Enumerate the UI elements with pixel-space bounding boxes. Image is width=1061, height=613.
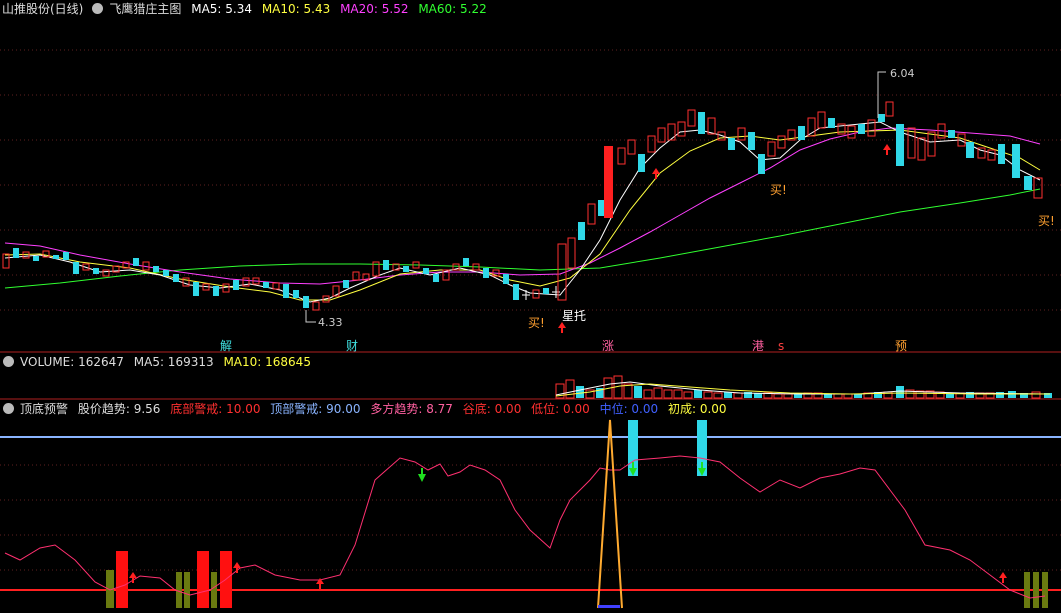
stock-title[interactable]: 山推股份(日线) [2, 2, 83, 16]
gear-icon[interactable] [3, 356, 14, 367]
oscillator-header: 顶底预警 股价趋势: 9.56 底部警戒: 10.00 顶部警戒: 90.00 … [0, 400, 733, 418]
buy-signal-label: 买! [528, 316, 545, 330]
bull-trend-value: 多方趋势: 8.77 [370, 402, 453, 416]
top-warn-value: 顶部警戒: 90.00 [270, 402, 361, 416]
ma10-line [4, 129, 1041, 301]
sell-arrow-icon [418, 462, 706, 482]
volume-ma10-line [555, 383, 1050, 397]
ma10-value: MA10: 5.43 [261, 2, 331, 16]
ma20-value: MA20: 5.52 [340, 2, 409, 16]
oscillator-title[interactable]: 顶底预警 [20, 402, 68, 416]
buy-signal-label: 买! [770, 183, 787, 197]
volume-ma5-line [555, 381, 1051, 396]
main-chart-header: 山推股份(日线) 飞鹰猎庄主图 MA5: 5.34 MA10: 5.43 MA20… [0, 0, 493, 18]
ma60-line [4, 188, 1041, 289]
event-marker: 财 [346, 339, 358, 353]
mid-value: 中位: 0.00 [599, 402, 659, 416]
low-price-label: 4.33 [318, 316, 343, 329]
gear-icon[interactable] [92, 3, 104, 14]
buy-arrow-icon [129, 562, 1007, 589]
volume-value: VOLUME: 162647 [20, 355, 124, 369]
event-marker: 涨 [602, 338, 614, 353]
valley-value: 谷底: 0.00 [462, 402, 522, 416]
bottom-warn-value: 底部警戒: 10.00 [170, 402, 261, 416]
main-grid [0, 49, 1061, 571]
volume-ma10: MA10: 168645 [223, 355, 311, 369]
indicator-title[interactable]: 飞鹰猎庄主图 [109, 2, 181, 16]
high-price-marker [877, 71, 886, 118]
low-value: 低位: 0.00 [531, 402, 590, 416]
event-marker: 港 [752, 339, 764, 353]
signal-bars [106, 420, 1048, 608]
candlesticks [2, 101, 1043, 311]
gear-icon[interactable] [3, 403, 14, 414]
volume-header: VOLUME: 162647 MA5: 169313 MA10: 168645 [0, 353, 317, 371]
event-marker: 解 [220, 339, 232, 353]
ma5-value: MA5: 5.34 [191, 2, 252, 16]
trend-value: 股价趋势: 9.56 [77, 402, 161, 416]
trend-line [4, 455, 1046, 599]
event-marker: s [778, 339, 784, 353]
ma5-line [4, 121, 1041, 303]
low-price-marker [305, 310, 316, 323]
high-price-label: 6.04 [890, 67, 915, 80]
event-markers: 解 财 涨 港 s 预 [220, 338, 907, 353]
ma60-value: MA60: 5.22 [418, 2, 487, 16]
chart-canvas[interactable]: 6.04 4.33 买! 买! 买! 星托 解 财 涨 港 s 预 [0, 0, 1061, 613]
volume-bars [555, 375, 1052, 399]
initial-value: 初成: 0.00 [667, 402, 727, 416]
volume-ma5: MA5: 169313 [133, 355, 214, 369]
star-signal-label: 星托 [562, 309, 586, 323]
bull-trend-spike [597, 419, 623, 609]
mid-marker [598, 605, 620, 608]
buy-arrow-icon [558, 144, 891, 333]
buy-signal-label: 买! [1038, 214, 1055, 228]
event-marker: 预 [895, 339, 907, 353]
ma20-line [4, 127, 1041, 285]
